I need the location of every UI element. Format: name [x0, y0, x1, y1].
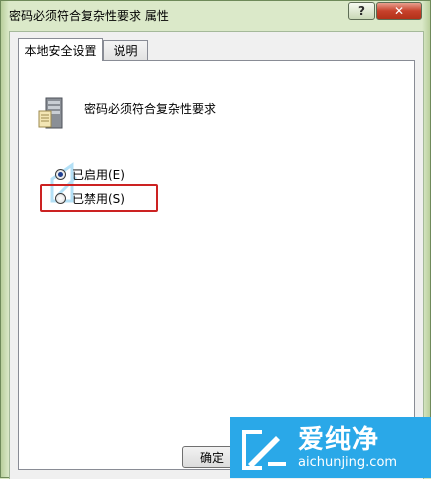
watermark-logo-icon — [242, 429, 286, 470]
policy-title: 密码必须符合复杂性要求 — [84, 102, 217, 116]
radio-enabled[interactable]: 已启用(E) — [55, 166, 125, 183]
watermark-url: aichunjing.com — [298, 454, 398, 470]
close-icon: ✕ — [393, 4, 405, 18]
tab-panel: 密码必须符合复杂性要求 已启用(E) 已禁用(S) — [18, 60, 415, 470]
radio-label: 已启用(E) — [72, 168, 125, 182]
tab-explain[interactable]: 说明 — [103, 40, 148, 60]
help-icon: ? — [358, 4, 365, 18]
help-button[interactable]: ? — [348, 2, 375, 20]
watermark-banner: 爱纯净 aichunjing.com — [230, 417, 431, 478]
server-policy-icon — [38, 97, 63, 129]
watermark-text: 爱纯净 aichunjing.com — [298, 425, 397, 471]
ok-label: 确定 — [199, 450, 224, 465]
radio-checked-icon[interactable] — [55, 169, 66, 180]
dialog-client: 本地安全设置 说明 密码必须符合复杂性要求 已启用(E) 已禁用(S) — [9, 31, 424, 479]
tab-label: 本地安全设置 — [24, 43, 97, 58]
title-bar[interactable]: 密码必须符合复杂性要求 属性 ? ✕ — [1, 1, 430, 29]
tab-local-security-setting[interactable]: 本地安全设置 — [18, 38, 103, 61]
watermark-name: 爱纯净 — [298, 424, 380, 455]
properties-window: 密码必须符合复杂性要求 属性 ? ✕ 本地安全设置 说明 密码必须符合复杂性要求… — [0, 0, 431, 479]
close-button[interactable]: ✕ — [376, 2, 422, 20]
tab-label: 说明 — [113, 44, 138, 58]
highlight-annotation — [40, 184, 158, 212]
window-title: 密码必须符合复杂性要求 属性 — [9, 9, 169, 23]
